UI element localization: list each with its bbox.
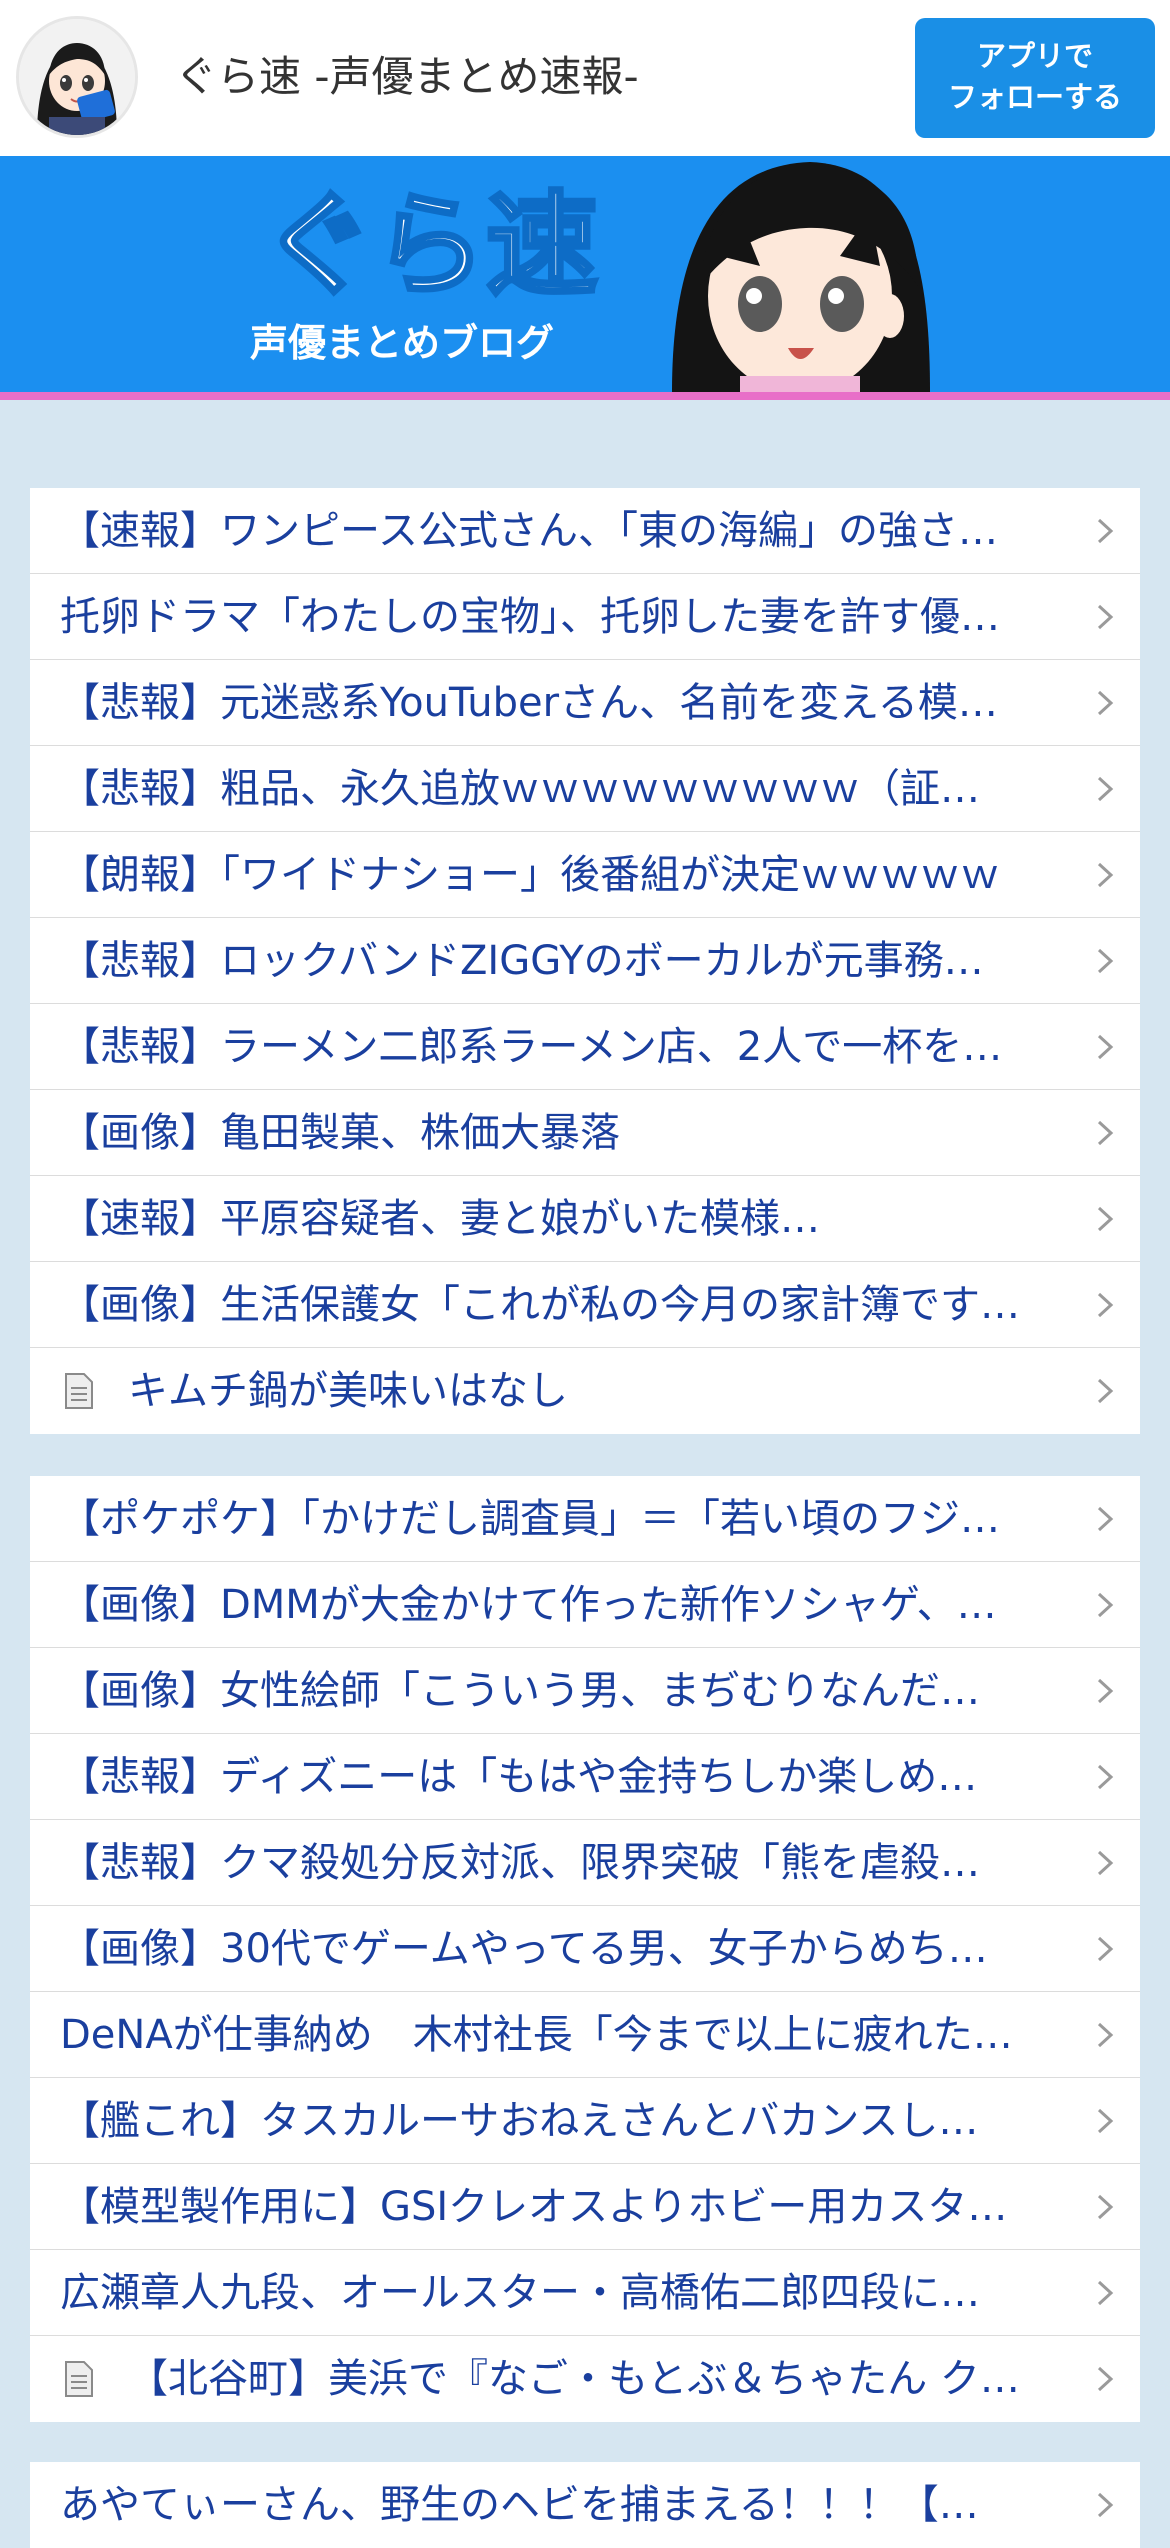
chevron-right-icon <box>1097 604 1114 630</box>
follow-button-line2: フォローする <box>947 80 1122 114</box>
app-header: ぐら速 -声優まとめ速報- アプリで フォローする <box>0 0 1170 156</box>
list-item[interactable]: 【北谷町】美浜で『なご・もとぶ＆ちゃたん ク… <box>30 2336 1140 2422</box>
chevron-right-icon <box>1097 862 1114 888</box>
list-item[interactable]: 【悲報】ラーメン二郎系ラーメン店、2人で一杯を… <box>30 1004 1140 1090</box>
list-item-title: 【画像】DMMが大金かけて作った新作ソシャゲ、… <box>60 1582 997 1628</box>
list-item-title: 托卵ドラマ「わたしの宝物」、托卵した妻を許す優… <box>60 594 1000 640</box>
banner-subtitle: 声優まとめブログ <box>250 321 554 365</box>
chevron-right-icon <box>1097 1206 1114 1232</box>
list-item[interactable]: 【艦これ】タスカルーサおねえさんとバカンスし… <box>30 2078 1140 2164</box>
site-avatar[interactable] <box>16 16 138 138</box>
chevron-right-icon <box>1097 1678 1114 1704</box>
list-item[interactable]: 【ポケポケ】「かけだし調査員」＝「若い頃のフジ… <box>30 1476 1140 1562</box>
list-item-title: 【画像】30代でゲームやってる男、女子からめち… <box>60 1926 988 1972</box>
list-item[interactable]: あやてぃーさん、野生のヘビを捕まえる！！！【… <box>30 2462 1140 2548</box>
follow-button-line1: アプリで <box>976 39 1093 73</box>
article-list-2: 【ポケポケ】「かけだし調査員」＝「若い頃のフジ… 【画像】DMMが大金かけて作っ… <box>30 1476 1140 2422</box>
list-item-title: 【悲報】元迷惑系YouTuberさん、名前を変える模… <box>60 680 998 726</box>
chevron-right-icon <box>1097 518 1114 544</box>
chevron-right-icon <box>1097 1592 1114 1618</box>
list-item-title: 【模型製作用に】GSIクレオスよりホビー用カスタ… <box>60 2184 1008 2230</box>
chevron-right-icon <box>1097 2194 1114 2220</box>
site-title[interactable]: ぐら速 -声優まとめ速報- <box>175 50 639 104</box>
banner-image: ぐら速 声優まとめブログ <box>0 156 1170 392</box>
list-item[interactable]: 【画像】女性絵師「こういう男、まぢむりなんだ… <box>30 1648 1140 1734</box>
document-icon <box>65 1373 93 1409</box>
avatar-character-image <box>19 19 135 135</box>
chevron-right-icon <box>1097 1850 1114 1876</box>
chevron-right-icon <box>1097 2366 1114 2392</box>
chevron-right-icon <box>1097 2492 1114 2518</box>
list-item[interactable]: 【悲報】粗品、永久追放ｗｗｗｗｗｗｗｗｗ（証… <box>30 746 1140 832</box>
list-item-title: 広瀬章人九段、オールスター・高橋佑二郎四段に… <box>60 2270 980 2316</box>
list-item[interactable]: 【速報】平原容疑者、妻と娘がいた模様… <box>30 1176 1140 1262</box>
list-item[interactable]: 托卵ドラマ「わたしの宝物」、托卵した妻を許す優… <box>30 574 1140 660</box>
chevron-right-icon <box>1097 776 1114 802</box>
list-item-title: 【速報】ワンピース公式さん、「東の海編」の強さ… <box>60 508 998 554</box>
chevron-right-icon <box>1097 948 1114 974</box>
chevron-right-icon <box>1097 2280 1114 2306</box>
list-item-title: 【画像】亀田製菓、株価大暴落 <box>60 1110 620 1156</box>
list-item[interactable]: DeNAが仕事納め 木村社長「今まで以上に疲れた… <box>30 1992 1140 2078</box>
list-item[interactable]: 【画像】30代でゲームやってる男、女子からめち… <box>30 1906 1140 1992</box>
chevron-right-icon <box>1097 1120 1114 1146</box>
list-item[interactable]: キムチ鍋が美味いはなし <box>30 1348 1140 1434</box>
follow-in-app-button[interactable]: アプリで フォローする <box>915 18 1155 138</box>
chevron-right-icon <box>1097 1378 1114 1404</box>
list-item-title: 【ポケポケ】「かけだし調査員」＝「若い頃のフジ… <box>60 1496 1000 1542</box>
banner-stripe <box>0 392 1170 400</box>
article-list-3: あやてぃーさん、野生のヘビを捕まえる！！！【… <box>30 2462 1140 2548</box>
list-item[interactable]: 【速報】ワンピース公式さん、「東の海編」の強さ… <box>30 488 1140 574</box>
list-item-title: 【悲報】ディズニーは「もはや金持ちしか楽しめ… <box>60 1754 978 1800</box>
list-item[interactable]: 【朗報】「ワイドナショー」後番組が決定ｗｗｗｗｗ <box>30 832 1140 918</box>
list-item-title: 【朗報】「ワイドナショー」後番組が決定ｗｗｗｗｗ <box>60 852 1000 898</box>
chevron-right-icon <box>1097 1506 1114 1532</box>
chevron-right-icon <box>1097 1292 1114 1318</box>
list-item-title: キムチ鍋が美味いはなし <box>128 1368 568 1414</box>
chevron-right-icon <box>1097 2022 1114 2048</box>
list-item-title: 【画像】女性絵師「こういう男、まぢむりなんだ… <box>60 1668 980 1714</box>
list-item-title: 【悲報】粗品、永久追放ｗｗｗｗｗｗｗｗｗ（証… <box>60 766 980 812</box>
list-item[interactable]: 【模型製作用に】GSIクレオスよりホビー用カスタ… <box>30 2164 1140 2250</box>
list-item-title: 【悲報】クマ殺処分反対派、限界突破「熊を虐殺… <box>60 1840 980 1886</box>
list-item[interactable]: 【悲報】ディズニーは「もはや金持ちしか楽しめ… <box>30 1734 1140 1820</box>
chevron-right-icon <box>1097 690 1114 716</box>
list-item[interactable]: 【悲報】クマ殺処分反対派、限界突破「熊を虐殺… <box>30 1820 1140 1906</box>
chevron-right-icon <box>1097 2108 1114 2134</box>
list-item-title: あやてぃーさん、野生のヘビを捕まえる！！！【… <box>60 2482 979 2528</box>
list-item[interactable]: 広瀬章人九段、オールスター・高橋佑二郎四段に… <box>30 2250 1140 2336</box>
document-icon <box>65 2361 93 2397</box>
list-item-title: 【北谷町】美浜で『なご・もとぶ＆ちゃたん ク… <box>128 2356 1020 2402</box>
site-banner[interactable]: ぐら速 声優まとめブログ <box>0 156 1170 392</box>
list-item-title: 【悲報】ラーメン二郎系ラーメン店、2人で一杯を… <box>60 1024 1003 1070</box>
list-item[interactable]: 【悲報】ロックバンドZIGGYのボーカルが元事務… <box>30 918 1140 1004</box>
list-item-title: 【悲報】ロックバンドZIGGYのボーカルが元事務… <box>60 938 984 984</box>
list-item-title: 【速報】平原容疑者、妻と娘がいた模様… <box>60 1196 820 1242</box>
banner-logo-text: ぐら速 <box>262 181 598 311</box>
chevron-right-icon <box>1097 1764 1114 1790</box>
list-item[interactable]: 【画像】亀田製菓、株価大暴落 <box>30 1090 1140 1176</box>
list-item-title: DeNAが仕事納め 木村社長「今まで以上に疲れた… <box>60 2012 1013 2058</box>
list-item-title: 【画像】生活保護女「これが私の今月の家計簿です… <box>60 1282 1020 1328</box>
chevron-right-icon <box>1097 1936 1114 1962</box>
list-item-title: 【艦これ】タスカルーサおねえさんとバカンスし… <box>60 2098 979 2144</box>
list-item[interactable]: 【悲報】元迷惑系YouTuberさん、名前を変える模… <box>30 660 1140 746</box>
chevron-right-icon <box>1097 1034 1114 1060</box>
article-list-1: 【速報】ワンピース公式さん、「東の海編」の強さ… 托卵ドラマ「わたしの宝物」、托… <box>30 488 1140 1434</box>
list-item[interactable]: 【画像】DMMが大金かけて作った新作ソシャゲ、… <box>30 1562 1140 1648</box>
list-item[interactable]: 【画像】生活保護女「これが私の今月の家計簿です… <box>30 1262 1140 1348</box>
